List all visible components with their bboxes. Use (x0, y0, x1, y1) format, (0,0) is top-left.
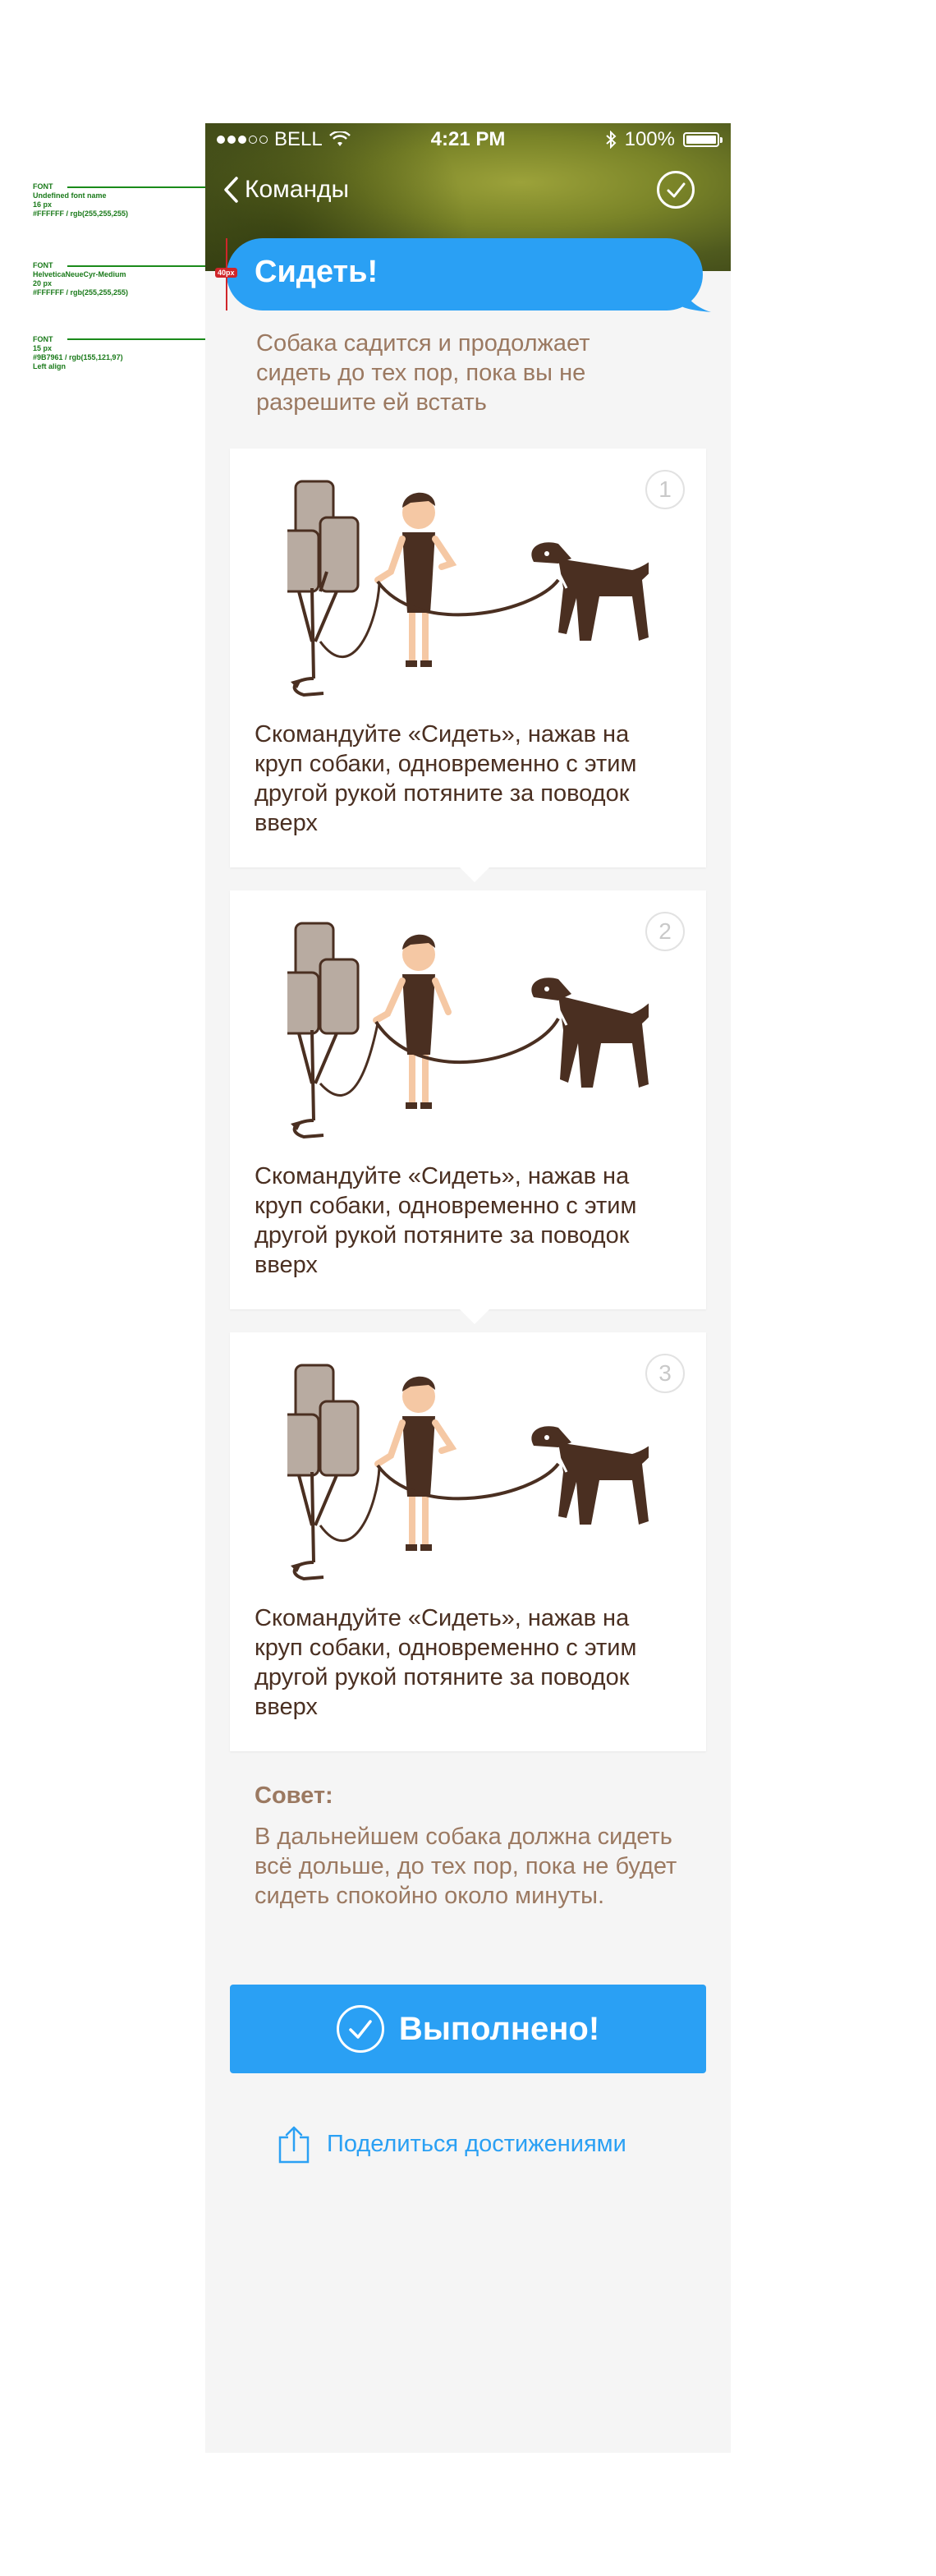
chevron-left-icon (224, 177, 238, 203)
card-pointer (460, 867, 489, 882)
step-text: Скомандуйте «Сидеть», нажав на круп соба… (255, 721, 637, 836)
step-card: 2 Скомандуйте «Сидеть», нажав на круп со… (230, 890, 706, 1324)
status-bar: BELL 4:21 PM 100% (205, 123, 731, 156)
step-number-badge: 2 (645, 912, 685, 951)
font-annotation-intro: FONT 15 px #9B7961 / rgb(155,121,97) Lef… (33, 335, 123, 370)
nav-bar: Команды (205, 164, 731, 230)
checkmark-circle-icon[interactable] (657, 171, 695, 209)
battery-percent: 100% (624, 128, 675, 150)
share-label: Поделиться достижениями (327, 2130, 626, 2157)
phone-screen: BELL 4:21 PM 100% Команды Сидеть! Собака… (205, 123, 731, 2453)
status-right: 100% (605, 128, 723, 151)
title-bubble: Сидеть! (227, 238, 711, 312)
tip-title: Совет: (255, 1782, 333, 1809)
dog-training-illustration (287, 480, 649, 697)
share-icon (278, 2126, 310, 2164)
step-text: Скомандуйте «Сидеть», нажав на круп соба… (255, 1163, 637, 1278)
step-card: 3 Скомандуйте «Сидеть», нажав на круп со… (230, 1332, 706, 1751)
card-pointer (460, 1309, 489, 1324)
dog-training-illustration (287, 922, 649, 1139)
done-button-label: Выполнено! (398, 2010, 600, 2047)
bluetooth-icon (605, 131, 617, 149)
dog-training-illustration (287, 1364, 649, 1581)
step-text: Скомандуйте «Сидеть», нажав на круп соба… (255, 1605, 637, 1720)
spacing-marker-label: 40px (215, 268, 237, 278)
page-title: Сидеть! (255, 255, 379, 289)
back-button[interactable]: Команды (222, 176, 349, 204)
battery-icon (683, 132, 723, 147)
step-card: 1 Скомандуйте «Сидеть», нажав на круп со… (230, 448, 706, 882)
step-number-badge: 3 (645, 1354, 685, 1393)
tip-text: В дальнейшем собака должна сидеть всё до… (255, 1824, 677, 1909)
back-label: Команды (245, 176, 350, 203)
done-button[interactable]: Выполнено! (230, 1985, 706, 2073)
step-number-badge: 1 (645, 470, 685, 509)
share-link[interactable]: Поделиться достижениями (278, 2124, 626, 2164)
checkmark-icon (336, 2005, 384, 2053)
intro-text: Собака садится и продолжает сидеть до те… (256, 330, 590, 416)
